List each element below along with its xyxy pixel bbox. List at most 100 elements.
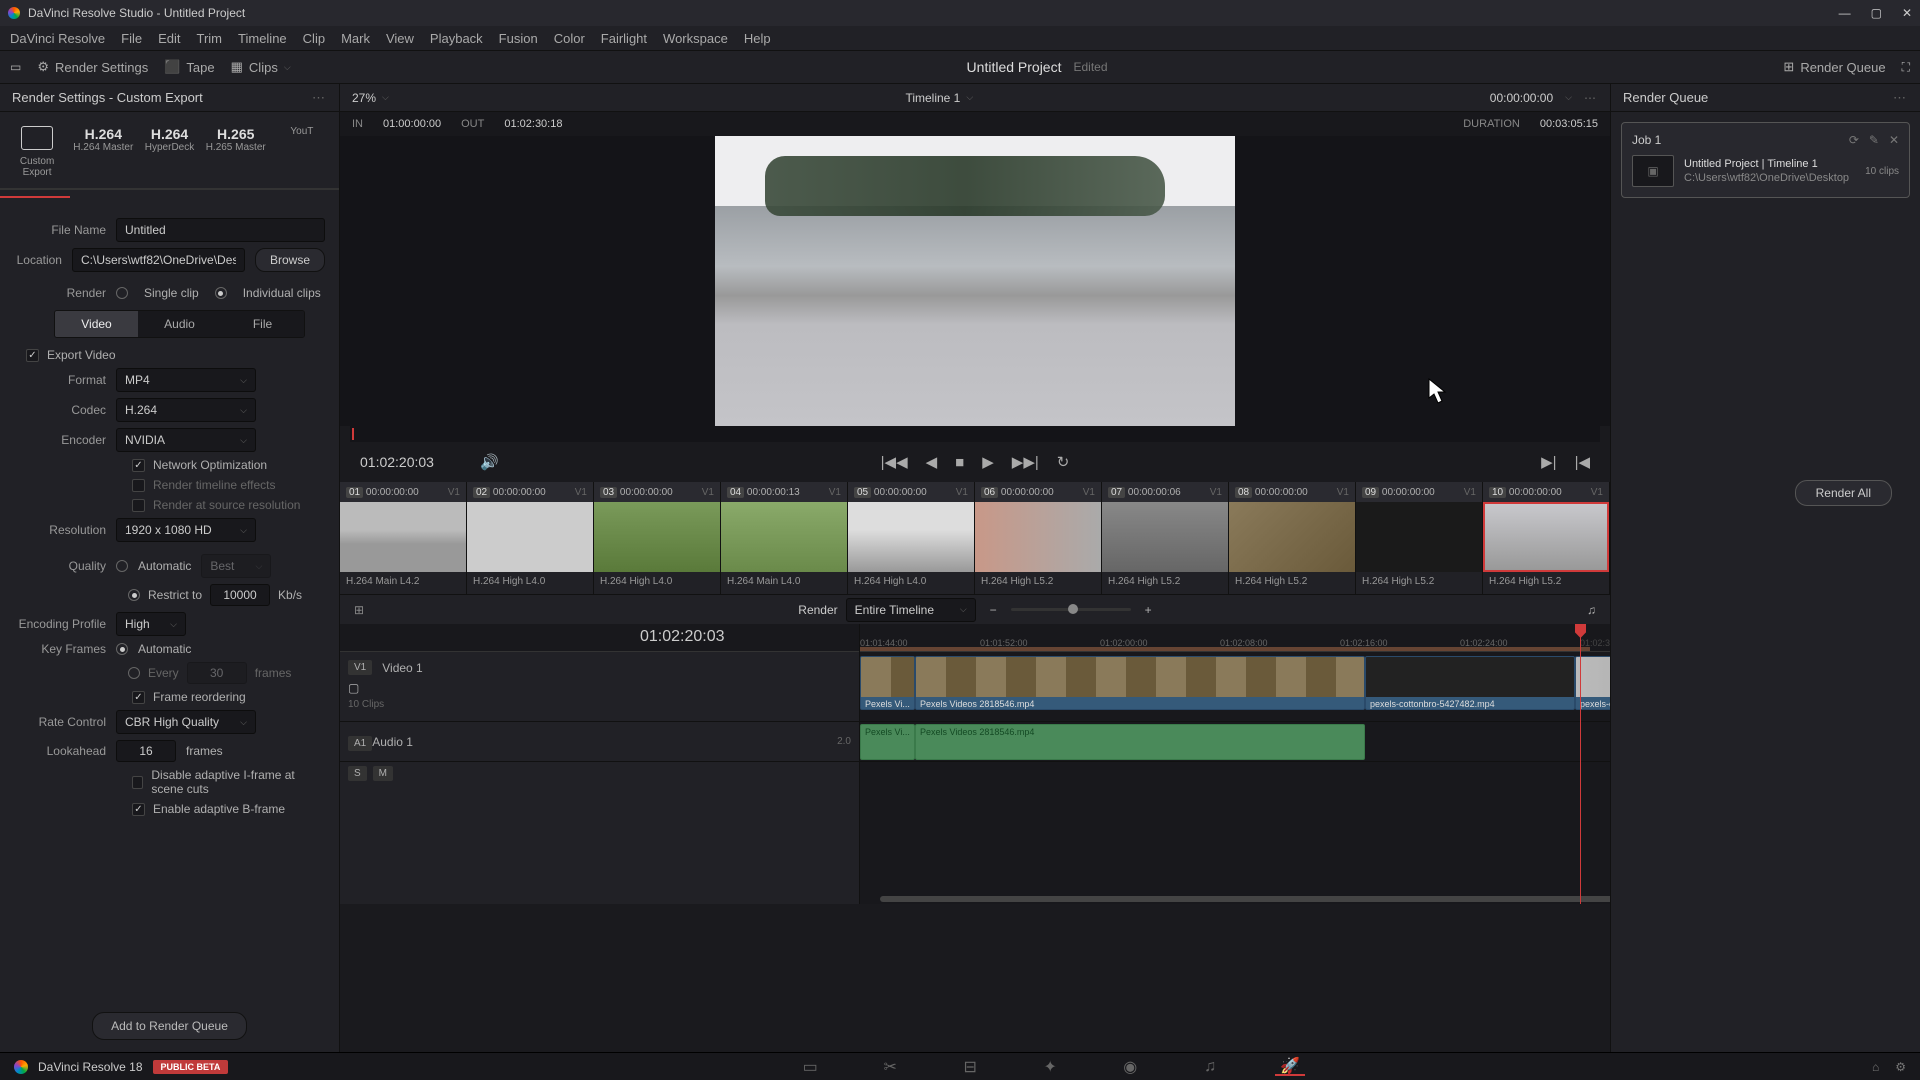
disable-iframe-check[interactable]: [132, 776, 143, 789]
format-select[interactable]: MP4⌵: [116, 368, 256, 392]
video-clip[interactable]: pexels-cottonbro-5427482.mp4: [1365, 656, 1575, 710]
viewer-tc-chev[interactable]: ⌵: [1565, 92, 1572, 103]
encoder-select[interactable]: NVIDIA⌵: [116, 428, 256, 452]
timeline-fx-check[interactable]: [132, 479, 145, 492]
timeline-scrollbar[interactable]: [860, 894, 1610, 904]
render-queue-button[interactable]: ⊞Render Queue: [1783, 59, 1885, 75]
viewer[interactable]: [340, 136, 1610, 426]
job-delete-icon[interactable]: ✕: [1889, 133, 1899, 147]
menu-item[interactable]: Help: [744, 31, 771, 46]
audio-track-head[interactable]: A1Audio 1 2.0: [340, 722, 859, 762]
clip-item[interactable]: 06 00:00:00:00V1H.264 High L5.2: [975, 482, 1102, 594]
menu-item[interactable]: File: [121, 31, 142, 46]
viewer-menu-icon[interactable]: ⋯: [1584, 91, 1598, 105]
edit-page-icon[interactable]: ⊟: [955, 1058, 985, 1076]
fusion-page-icon[interactable]: ✦: [1035, 1058, 1065, 1076]
video-clip[interactable]: Pexels Videos 2818546.mp4: [915, 656, 1365, 710]
tab-file[interactable]: File: [221, 311, 304, 337]
clip-item[interactable]: 10 00:00:00:00V1H.264 High L5.2: [1483, 482, 1610, 594]
render-all-button[interactable]: Render All: [1795, 480, 1892, 506]
job-reload-icon[interactable]: ⟳: [1849, 133, 1859, 147]
video-clip[interactable]: Pexels Vi...: [860, 656, 915, 710]
queue-menu-icon[interactable]: ⋯: [1893, 90, 1908, 106]
source-res-check[interactable]: [132, 499, 145, 512]
clip-item[interactable]: 02 00:00:00:00V1H.264 High L4.0: [467, 482, 594, 594]
queue-job[interactable]: Job 1 ⟳ ✎ ✕ ▣ Untitled Project | Timelin…: [1621, 122, 1910, 198]
prev-clip-button[interactable]: |◀: [1575, 453, 1590, 471]
frame-reorder-check[interactable]: [132, 691, 145, 704]
single-clip-radio[interactable]: [116, 287, 128, 299]
first-frame-button[interactable]: |◀◀: [881, 453, 908, 471]
track-enable-icon[interactable]: ▢: [348, 681, 359, 695]
individual-clips-radio[interactable]: [215, 287, 227, 299]
menu-item[interactable]: Timeline: [238, 31, 287, 46]
loop-button[interactable]: ↻: [1057, 453, 1070, 471]
timeline-view-icon[interactable]: ⊞: [354, 603, 364, 617]
lookahead-input[interactable]: [116, 740, 176, 762]
kf-every-radio[interactable]: [128, 667, 140, 679]
clip-item[interactable]: 09 00:00:00:00V1H.264 High L5.2: [1356, 482, 1483, 594]
zoom-select[interactable]: 27%⌵: [352, 91, 389, 105]
viewer-scrubber[interactable]: [350, 426, 1600, 442]
stop-button[interactable]: ■: [955, 454, 964, 471]
media-page-icon[interactable]: ▭: [795, 1058, 825, 1076]
playhead[interactable]: [1580, 624, 1581, 904]
export-video-check[interactable]: [26, 349, 39, 362]
menu-item[interactable]: Playback: [430, 31, 483, 46]
cut-page-icon[interactable]: ✂: [875, 1058, 905, 1076]
menu-item[interactable]: Fusion: [499, 31, 538, 46]
menu-item[interactable]: Trim: [197, 31, 223, 46]
preset-hyperdeck[interactable]: H.264HyperDeck: [136, 122, 202, 182]
menu-item[interactable]: Mark: [341, 31, 370, 46]
audio-track[interactable]: Pexels Vi... Pexels Videos 2818546.mp4: [860, 722, 1610, 762]
expand-icon[interactable]: ⛶: [1902, 60, 1910, 75]
prev-frame-button[interactable]: ◀: [926, 453, 938, 471]
timeline-name[interactable]: Timeline 1⌵: [905, 91, 973, 105]
deliver-page-icon[interactable]: 🚀: [1275, 1058, 1305, 1076]
maximize-button[interactable]: ▢: [1871, 6, 1882, 20]
preset-h264-master[interactable]: H.264H.264 Master: [70, 122, 136, 182]
play-button[interactable]: ▶: [982, 453, 994, 471]
next-clip-button[interactable]: ▶|: [1541, 453, 1556, 471]
preset-h265-master[interactable]: H.265H.265 Master: [203, 122, 269, 182]
ratectrl-select[interactable]: CBR High Quality⌵: [116, 710, 256, 734]
home-icon[interactable]: ⌂: [1872, 1060, 1879, 1074]
clip-item[interactable]: 04 00:00:00:13V1H.264 Main L4.0: [721, 482, 848, 594]
volume-icon[interactable]: 🔊: [480, 453, 499, 471]
netopt-check[interactable]: [132, 459, 145, 472]
quality-auto-radio[interactable]: [116, 560, 128, 572]
add-to-queue-button[interactable]: Add to Render Queue: [92, 1012, 247, 1040]
encprofile-select[interactable]: High⌵: [116, 612, 186, 636]
browse-button[interactable]: Browse: [255, 248, 325, 272]
filename-input[interactable]: [116, 218, 325, 242]
kf-auto-radio[interactable]: [116, 643, 128, 655]
clip-item[interactable]: 03 00:00:00:00V1H.264 High L4.0: [594, 482, 721, 594]
last-frame-button[interactable]: ▶▶|: [1012, 453, 1039, 471]
clip-item[interactable]: 07 00:00:00:06V1H.264 High L5.2: [1102, 482, 1229, 594]
panel-menu-icon[interactable]: ⋯: [312, 90, 327, 106]
menu-item[interactable]: Edit: [158, 31, 180, 46]
restrict-radio[interactable]: [128, 589, 140, 601]
video-track-head[interactable]: V1Video 1 ▢ 10 Clips: [340, 652, 859, 722]
render-settings-button[interactable]: ⚙Render Settings: [37, 59, 148, 75]
clips-button[interactable]: ▦Clips⌵: [231, 59, 291, 75]
preset-youtube[interactable]: YouT: [269, 122, 335, 182]
job-edit-icon[interactable]: ✎: [1869, 133, 1879, 147]
enable-bframe-check[interactable]: [132, 803, 145, 816]
tape-button[interactable]: ⬛Tape: [164, 59, 214, 75]
zoom-out-button[interactable]: −: [990, 603, 997, 617]
render-scope-select[interactable]: Entire Timeline⌵: [846, 598, 976, 622]
tab-video[interactable]: Video: [55, 311, 138, 337]
tab-audio[interactable]: Audio: [138, 311, 221, 337]
deliver-icon[interactable]: ▭: [10, 60, 21, 74]
menu-item[interactable]: DaVinci Resolve: [10, 31, 105, 46]
settings-icon[interactable]: ⚙: [1895, 1060, 1906, 1074]
preset-custom[interactable]: Custom Export: [4, 122, 70, 182]
solo-button[interactable]: S: [348, 766, 367, 781]
minimize-button[interactable]: —: [1839, 6, 1851, 20]
audio-clip[interactable]: Pexels Vi...: [860, 724, 915, 760]
zoom-slider[interactable]: [1011, 608, 1131, 611]
video-track[interactable]: Pexels Vi... Pexels Videos 2818546.mp4 p…: [860, 652, 1610, 722]
zoom-in-button[interactable]: +: [1145, 603, 1152, 617]
bitrate-input[interactable]: [210, 584, 270, 606]
